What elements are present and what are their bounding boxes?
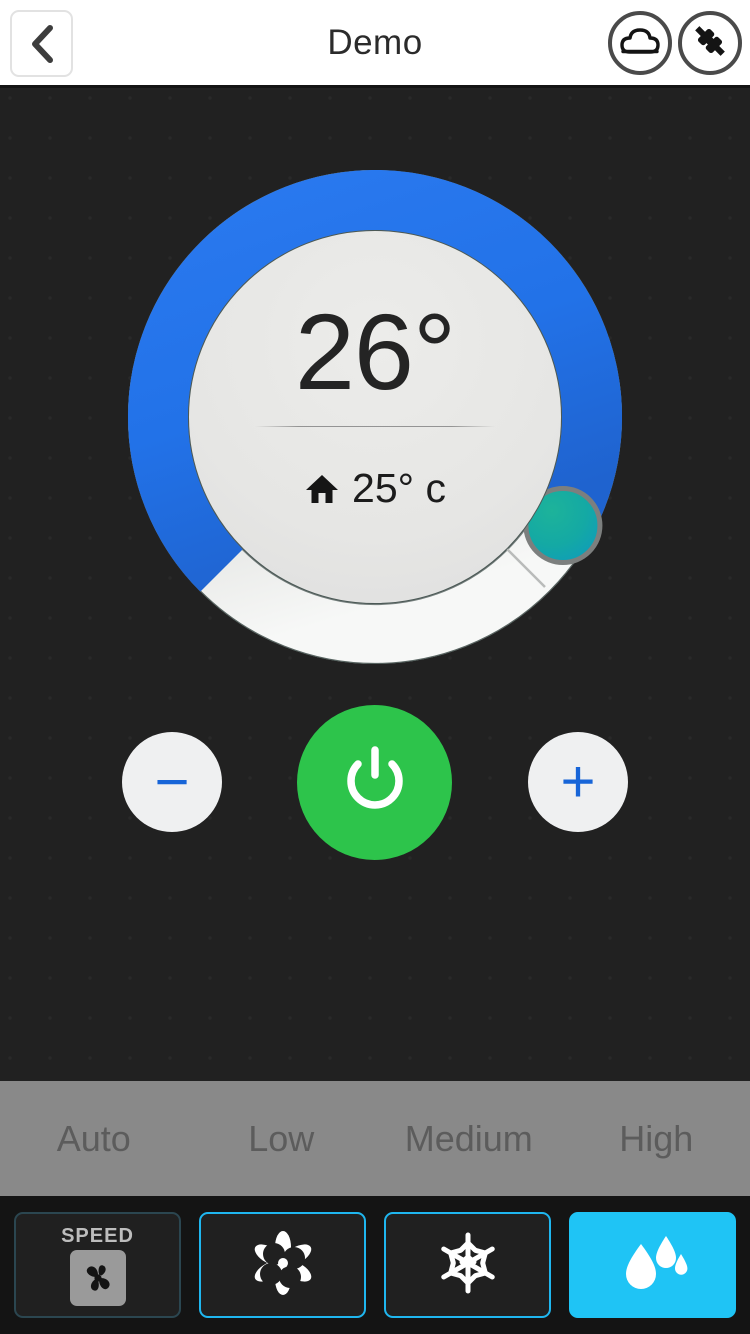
thermostat-screen: Demo 26° 25° c − + Auto Low Medium High … xyxy=(0,0,750,1334)
speed-icon-stack: SPEED xyxy=(61,1225,134,1306)
snowflake-icon xyxy=(436,1231,500,1300)
fan-speed-option-auto[interactable]: Auto xyxy=(0,1118,188,1160)
readout-divider xyxy=(255,426,495,427)
connection-status-button[interactable] xyxy=(678,11,742,75)
fan-speed-option-low[interactable]: Low xyxy=(188,1118,376,1160)
dial-readout[interactable]: 26° 25° c xyxy=(188,230,562,604)
home-icon xyxy=(304,473,340,505)
fan-speed-option-high[interactable]: High xyxy=(563,1118,750,1160)
cloud-status-button[interactable] xyxy=(608,11,672,75)
speed-label: SPEED xyxy=(61,1224,134,1247)
toolbar-fan-button[interactable] xyxy=(199,1212,366,1318)
plus-icon: + xyxy=(560,748,596,815)
app-header: Demo xyxy=(0,0,750,88)
increase-temperature-button[interactable]: + xyxy=(528,732,628,832)
toolbar-humidity-button[interactable] xyxy=(569,1212,736,1318)
mode-toolbar: SPEED xyxy=(0,1196,750,1334)
set-temperature-value: 26° xyxy=(294,291,456,412)
ambient-temperature-row: 25° c xyxy=(304,465,446,512)
fan-speed-selector: Auto Low Medium High xyxy=(0,1081,750,1196)
power-button[interactable] xyxy=(297,705,452,860)
fan-blades-icon xyxy=(250,1230,316,1301)
power-icon xyxy=(343,746,407,819)
plug-icon xyxy=(690,21,730,66)
ambient-temperature-value: 25° c xyxy=(352,465,446,511)
water-drops-icon xyxy=(615,1230,691,1301)
fan-speed-option-medium[interactable]: Medium xyxy=(375,1118,563,1160)
fan-speed-icon xyxy=(69,1249,126,1306)
cloud-icon xyxy=(619,25,661,62)
minus-icon: − xyxy=(154,748,190,815)
toolbar-cool-button[interactable] xyxy=(384,1212,551,1318)
temperature-dial[interactable]: 26° 25° c xyxy=(128,170,622,664)
main-content: 26° 25° c − + xyxy=(0,88,750,1081)
decrease-temperature-button[interactable]: − xyxy=(122,732,222,832)
toolbar-speed-button[interactable]: SPEED xyxy=(14,1212,181,1318)
